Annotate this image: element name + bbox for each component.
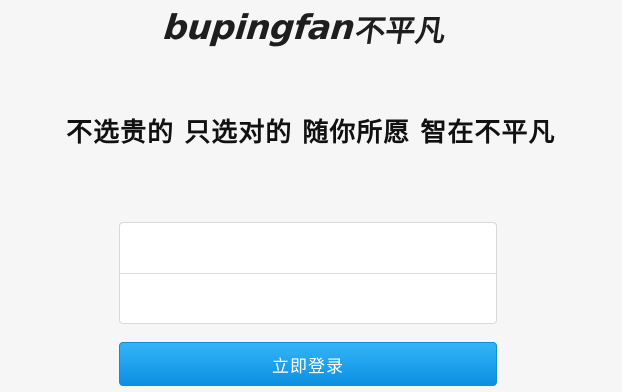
login-form [119, 222, 497, 324]
slogan-heading: 不选贵的 只选对的 随你所愿 智在不平凡 [66, 118, 556, 148]
brand-logo-chinese: 不平凡 [353, 14, 449, 49]
login-button[interactable]: 立即登录 [119, 342, 497, 386]
password-input[interactable] [120, 274, 496, 323]
login-button-label: 立即登录 [272, 356, 344, 377]
brand-logo-latin: bupingfan [161, 8, 357, 48]
brand-logo: bupingfan 不平凡 [140, 6, 470, 50]
username-input[interactable] [120, 223, 496, 273]
